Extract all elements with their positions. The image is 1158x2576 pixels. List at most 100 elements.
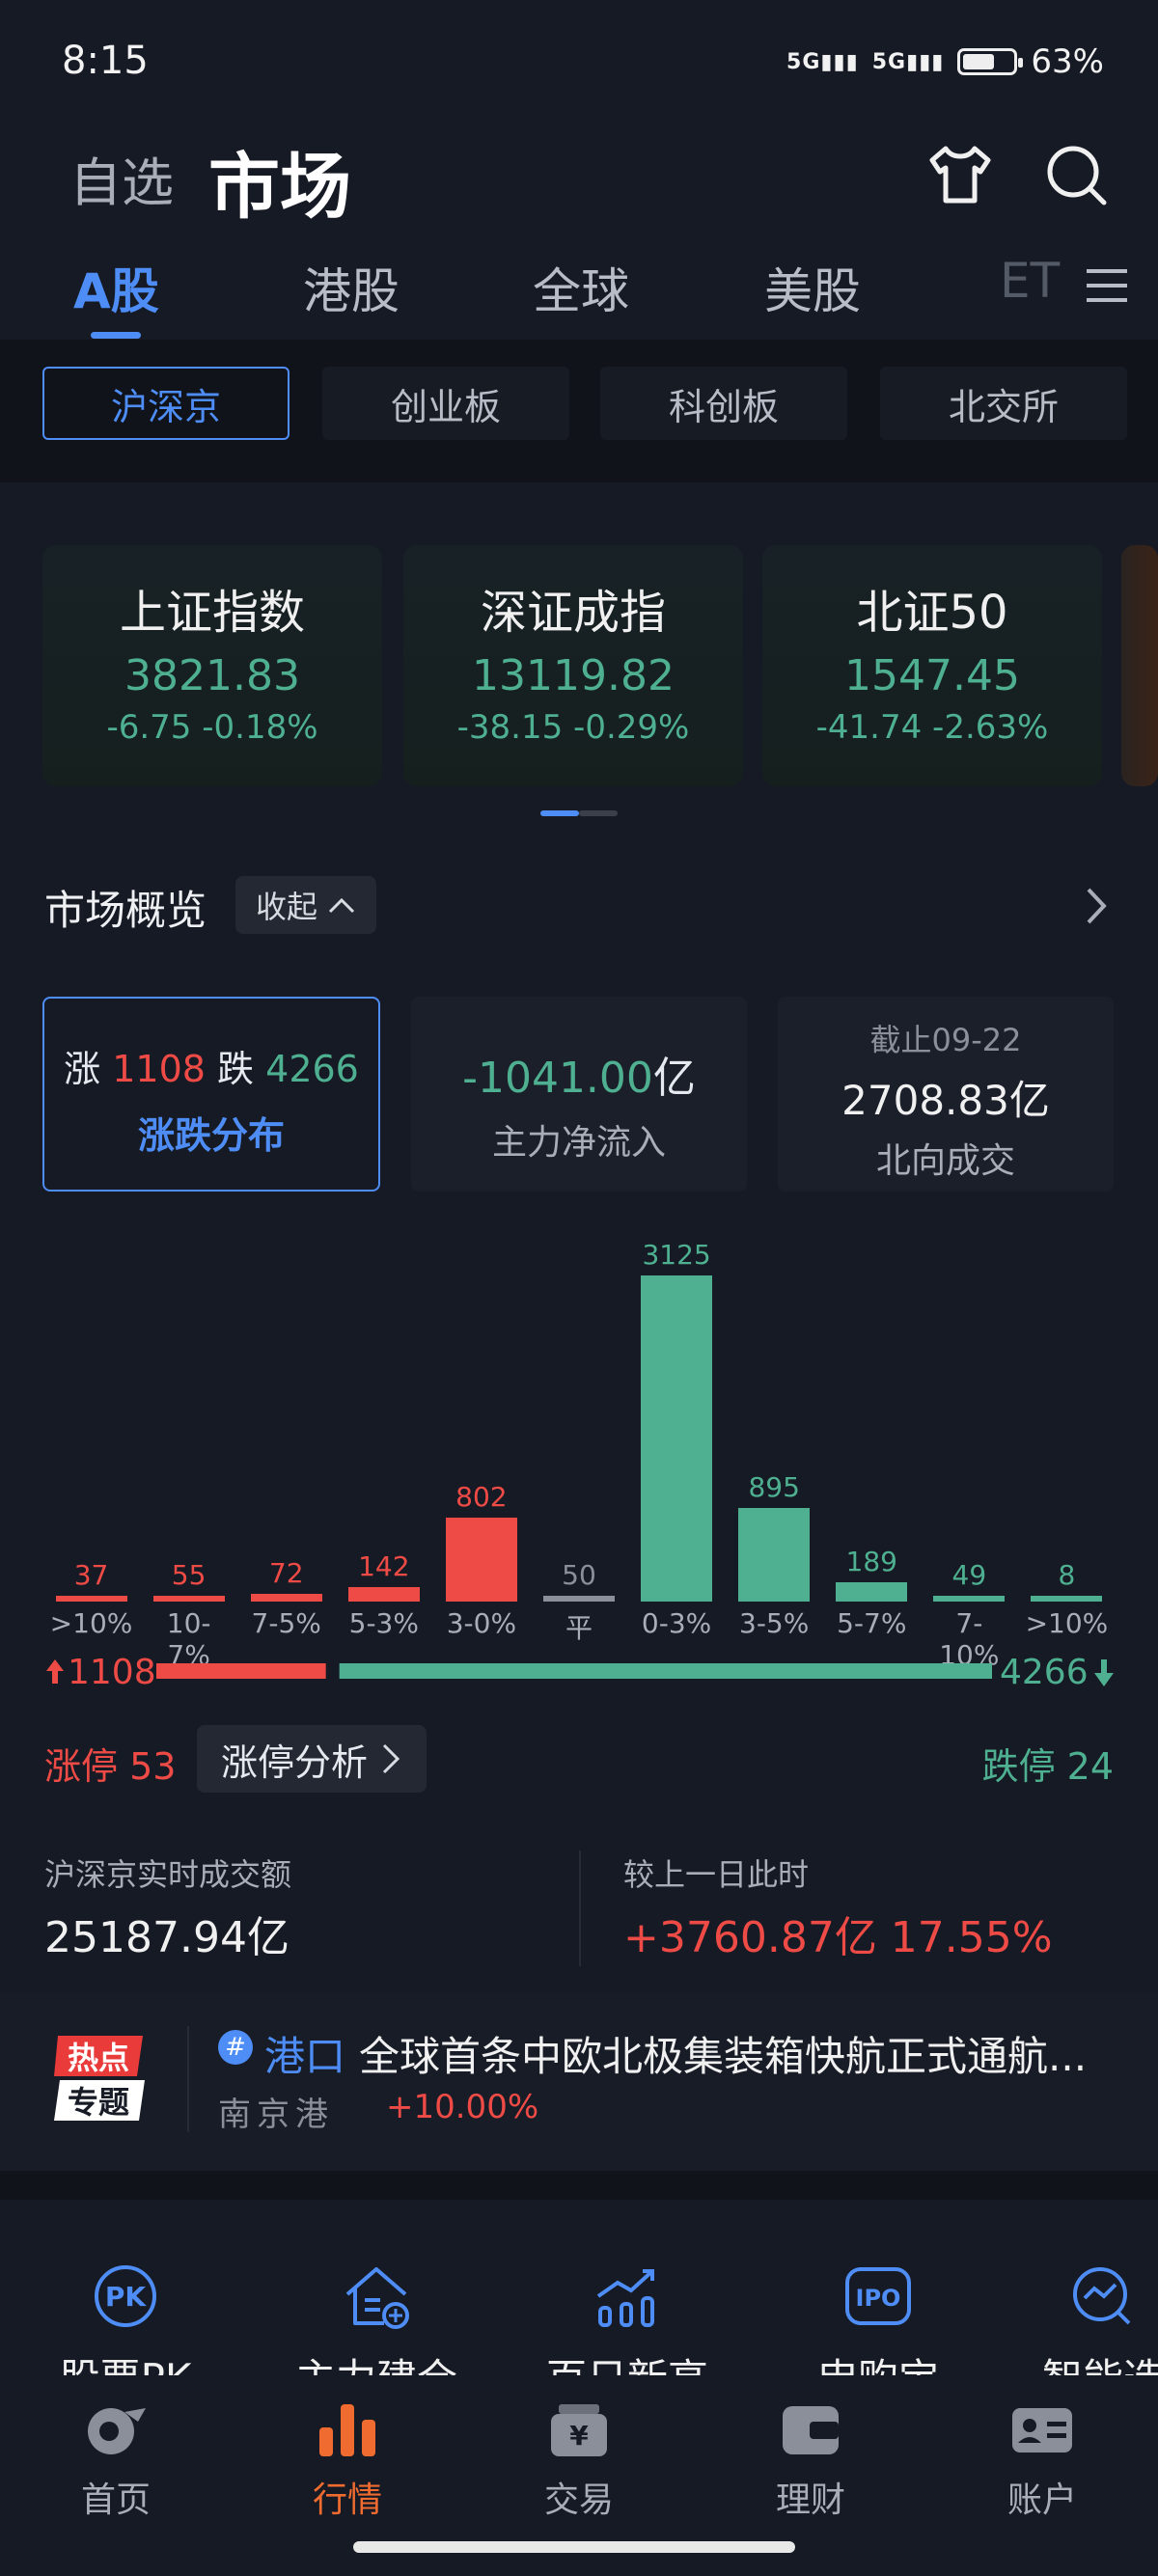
net-inflow-caption: 主力净流入 <box>491 1123 666 1163</box>
chart-category-label: >10% <box>1025 1607 1109 1639</box>
chart-bar <box>1031 1596 1103 1602</box>
up-count: 1108 <box>112 1048 206 1090</box>
northbound-card[interactable]: 截止09-22 2708.83亿 北向成交 <box>778 997 1114 1192</box>
subtab-star-market[interactable]: 科创板 <box>600 367 847 440</box>
limit-down-count[interactable]: 跌停 24 <box>982 1737 1114 1790</box>
trade-icon: ¥ <box>551 2404 607 2456</box>
chart-bar <box>152 1596 225 1602</box>
battery-icon <box>957 48 1024 75</box>
down-count: 4266 <box>265 1048 359 1090</box>
chart-category-label: 7-5% <box>251 1607 321 1639</box>
northbound-date: 截止09-22 <box>869 1022 1022 1058</box>
chart-bar-value: 3125 <box>642 1239 711 1271</box>
turnover-label: 沪深京实时成交额 <box>44 1856 292 1893</box>
chart-bar-value: 8 <box>1058 1559 1076 1591</box>
house-plus-icon <box>345 2267 409 2329</box>
smart-select-icon <box>1073 2267 1131 2325</box>
bottom-nav-wealth[interactable]: 理财 <box>714 2400 907 2522</box>
subtab-hushenjing[interactable]: 沪深京 <box>42 367 290 440</box>
signal-icon-2: 5G▮▮▮ <box>871 49 945 74</box>
pk-icon: PK <box>95 2265 156 2327</box>
ratio-up-count: 1108 <box>68 1653 156 1690</box>
chart-category-label: 5-3% <box>348 1607 419 1639</box>
index-card-bse50[interactable]: 北证50 1547.45 -41.74 -2.63% <box>762 545 1102 786</box>
tab-us-shares[interactable]: 美股 <box>764 253 861 322</box>
bottom-nav-trade[interactable]: ¥ 交易 <box>482 2400 676 2522</box>
subtab-chinext[interactable]: 创业板 <box>322 367 569 440</box>
chevron-right-icon[interactable] <box>1077 882 1116 930</box>
chart-category-label: 3-5% <box>739 1607 810 1639</box>
ratio-down-count: 4266 <box>1000 1653 1089 1690</box>
ratio-down-segment <box>339 1663 992 1679</box>
arrow-up-stem <box>52 1670 58 1684</box>
battery-percent: 63% <box>1031 42 1104 81</box>
chart-category-label: 0-3% <box>641 1607 712 1639</box>
subtab-bse[interactable]: 北交所 <box>880 367 1127 440</box>
index-change: -38.15 -0.29% <box>456 708 690 747</box>
bottom-nav-label: 账户 <box>1006 2480 1077 2520</box>
bottom-nav-account[interactable]: 账户 <box>946 2400 1139 2522</box>
updown-distribution-chart: 37 >10% 55 10-7% 72 7-5% 142 5-3% 802 3-0% 50 平 3125… <box>0 1235 1158 1671</box>
hot-topic-title[interactable]: 全球首条中欧北极集装箱快航正式通航... <box>359 2024 1131 2083</box>
index-name: 深证成指 <box>480 586 666 640</box>
bottom-nav-market[interactable]: 行情 <box>251 2400 444 2522</box>
wallet-icon <box>783 2406 839 2454</box>
index-change: -41.74 -2.63% <box>815 708 1049 747</box>
chart-bar <box>641 1275 713 1602</box>
chart-bar-value: 895 <box>748 1471 800 1504</box>
menu-icon[interactable] <box>1085 266 1129 305</box>
tab-etf[interactable]: ET <box>1000 253 1060 309</box>
home-indicator[interactable] <box>353 2541 795 2553</box>
hot-topic-tag[interactable]: 港口 <box>264 2024 345 2083</box>
svg-text:PK: PK <box>105 2281 148 2313</box>
hot-topic-stock[interactable]: 南京港 <box>218 2088 334 2135</box>
net-inflow-unit: 亿 <box>652 1054 696 1103</box>
northbound-value: 2708.83亿 <box>841 1077 1050 1124</box>
limit-up-analysis-button[interactable]: 涨停分析 <box>197 1725 427 1793</box>
index-name: 上证指数 <box>119 586 305 640</box>
arrow-down-stem <box>1101 1659 1107 1675</box>
id-card-icon <box>1012 2408 1072 2453</box>
chart-bar-value: 37 <box>73 1559 109 1591</box>
bottom-nav-home[interactable]: 首页 <box>19 2400 212 2522</box>
index-value: 3821.83 <box>124 651 300 700</box>
nav-watchlist[interactable]: 自选 <box>69 140 174 216</box>
chart-bar-value: 189 <box>845 1545 897 1577</box>
limit-up-count[interactable]: 涨停 53 <box>44 1737 176 1790</box>
chart-bar <box>933 1596 1006 1602</box>
battery-fill <box>963 54 994 69</box>
chart-bar <box>543 1596 615 1602</box>
nav-market[interactable]: 市场 <box>208 129 351 233</box>
chart-bar-value: 72 <box>268 1557 304 1590</box>
arrow-down-icon <box>1094 1673 1114 1686</box>
hot-topic-change: +10.00% <box>386 2088 539 2126</box>
tab-global[interactable]: 全球 <box>533 253 629 322</box>
chart-bar <box>250 1594 322 1602</box>
collapse-button[interactable]: 收起 <box>235 876 376 934</box>
chart-bar-value: 802 <box>455 1481 508 1514</box>
net-inflow-card[interactable]: -1041.00亿 主力净流入 <box>411 997 747 1192</box>
index-card-szse[interactable]: 深证成指 13119.82 -38.15 -0.29% <box>403 545 743 786</box>
collapse-label: 收起 <box>255 889 317 925</box>
tab-a-shares[interactable]: A股 <box>73 253 159 322</box>
search-icon[interactable] <box>1040 139 1112 210</box>
hot-topic-badge-icon: 热点 专题 <box>54 2036 145 2121</box>
updown-distribution-card[interactable]: 涨 1108 跌 4266 涨跌分布 <box>42 997 380 1192</box>
index-card-next[interactable] <box>1121 545 1158 786</box>
tab-hk-shares[interactable]: 港股 <box>303 253 400 322</box>
chevron-right-icon <box>382 1743 400 1774</box>
tshirt-icon[interactable] <box>924 139 996 210</box>
index-card-sse[interactable]: 上证指数 3821.83 -6.75 -0.18% <box>42 545 382 786</box>
updown-ratio-bar: 1108 4266 <box>46 1653 1114 1690</box>
index-name: 北证50 <box>856 586 1008 640</box>
status-time: 8:15 <box>62 39 149 83</box>
index-change: -6.75 -0.18% <box>106 708 318 747</box>
bottom-nav-label: 行情 <box>312 2480 382 2520</box>
bar-chart-icon <box>319 2404 375 2456</box>
index-value: 13119.82 <box>472 651 675 700</box>
divider <box>187 2026 189 2132</box>
bottom-nav-label: 交易 <box>543 2480 614 2520</box>
chart-bar-value: 142 <box>358 1549 410 1582</box>
limit-analysis-label: 涨停分析 <box>220 1740 368 1784</box>
arrow-up-icon <box>46 1659 64 1671</box>
